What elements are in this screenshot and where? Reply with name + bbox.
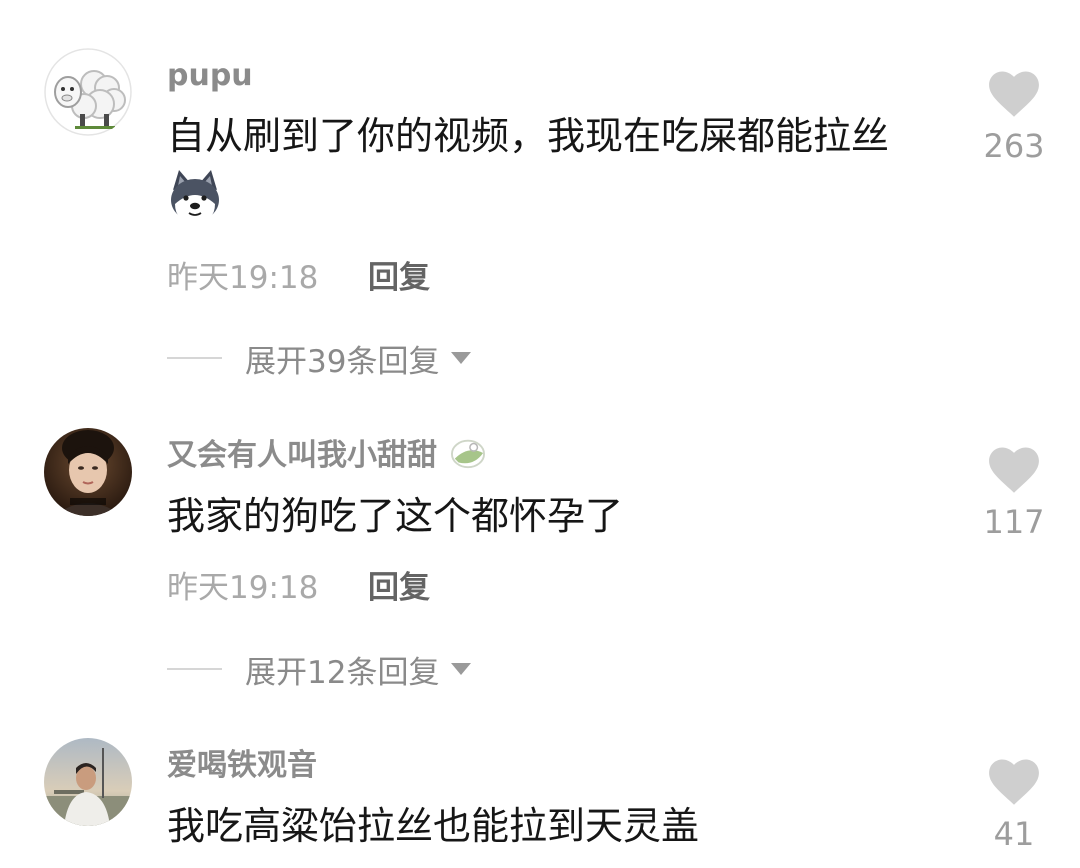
expand-replies-label: 展开12条回复 [245, 654, 440, 691]
username-text: 又会有人叫我小甜甜 [167, 438, 437, 473]
divider-line [167, 357, 222, 359]
like-button[interactable]: 41 [954, 758, 1074, 856]
heart-icon [989, 71, 1039, 117]
portrait-avatar-image [44, 428, 132, 516]
like-count: 263 [983, 127, 1045, 165]
username[interactable]: pupu [167, 56, 253, 96]
comment-time: 昨天19:18 [167, 260, 319, 296]
username[interactable]: 又会有人叫我小甜甜 [167, 436, 487, 476]
leaf-badge-icon [451, 439, 486, 469]
caret-down-icon [451, 352, 472, 364]
avatar[interactable] [44, 48, 132, 136]
comment-list: pupu 自从刷到了你的视频，我现在吃屎都能拉丝 昨天19:18 回复 展开39… [0, 0, 1080, 868]
caret-down-icon [451, 663, 472, 675]
like-count: 41 [993, 815, 1035, 853]
reply-button[interactable]: 回复 [368, 258, 430, 298]
divider-line [167, 668, 222, 670]
comment-text: 自从刷到了你的视频，我现在吃屎都能拉丝 [167, 114, 890, 158]
photo-avatar-image [44, 738, 132, 826]
username[interactable]: 爱喝铁观音 [167, 746, 317, 786]
heart-icon [989, 447, 1039, 493]
comment-text: 我吃高粱饴拉丝也能拉到天灵盖 [167, 804, 700, 848]
avatar[interactable] [44, 738, 132, 826]
expand-replies-label: 展开39条回复 [245, 343, 440, 380]
expand-replies-button[interactable]: 展开39条回复 [167, 336, 472, 380]
like-count: 117 [983, 503, 1045, 541]
expand-replies-button[interactable]: 展开12条回复 [167, 647, 472, 691]
like-button[interactable]: 117 [954, 446, 1074, 544]
husky-face-icon [167, 168, 223, 224]
reply-button[interactable]: 回复 [368, 568, 430, 608]
comment-text: 我家的狗吃了这个都怀孕了 [167, 494, 624, 538]
heart-icon [989, 759, 1039, 805]
comment-time: 昨天19:18 [167, 570, 319, 606]
like-button[interactable]: 263 [954, 70, 1074, 168]
avatar[interactable] [44, 428, 132, 516]
sheep-avatar-image [44, 48, 132, 136]
